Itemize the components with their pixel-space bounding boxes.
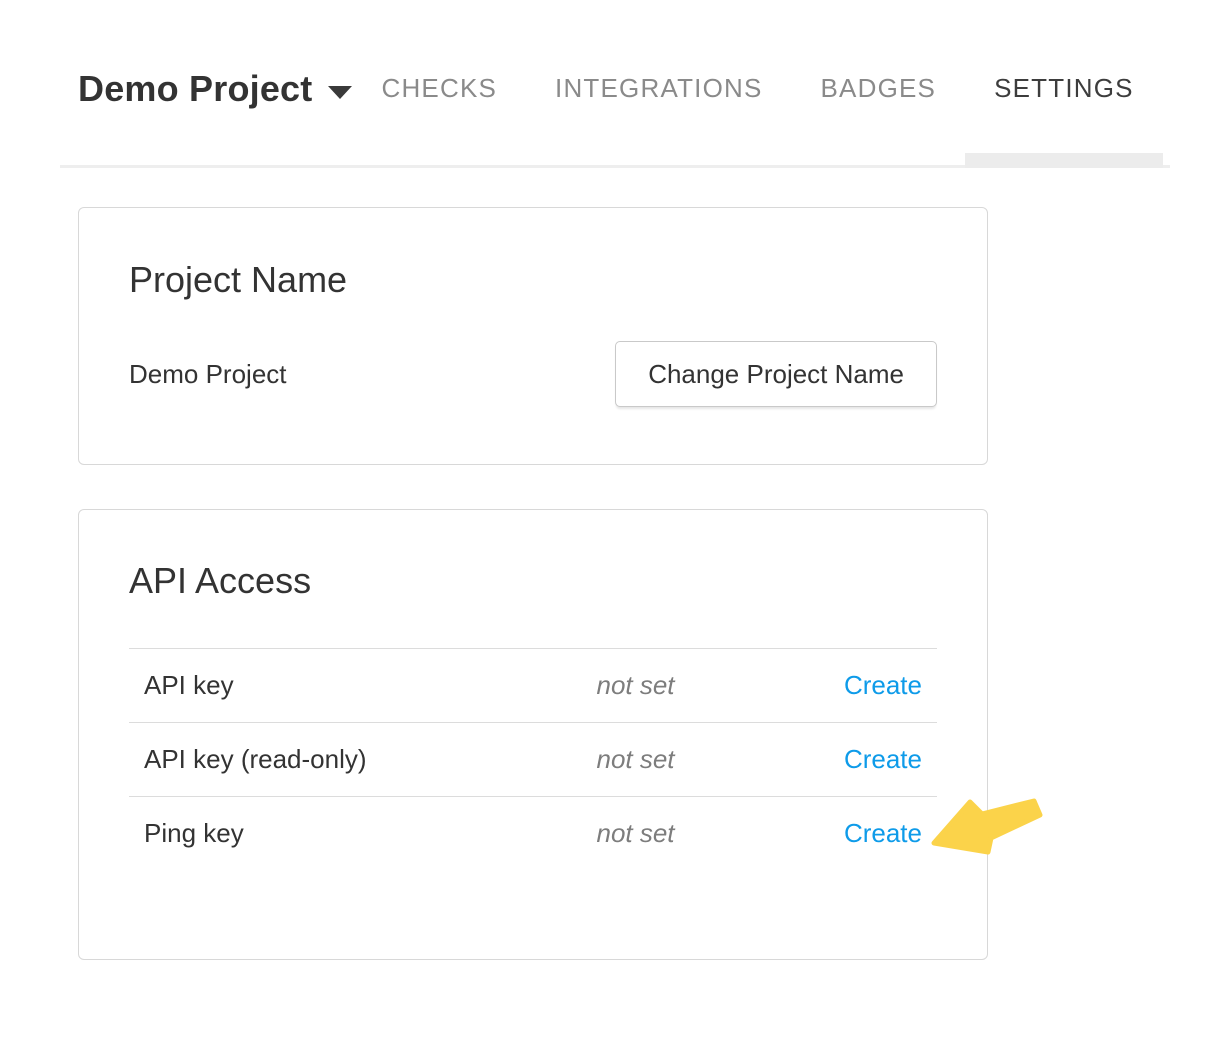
chevron-down-icon bbox=[328, 86, 352, 99]
project-name-card: Project Name Demo Project Change Project… bbox=[78, 207, 988, 465]
tab-label: SETTINGS bbox=[994, 73, 1134, 104]
api-key-label: API key bbox=[129, 649, 581, 723]
settings-page-content: Project Name Demo Project Change Project… bbox=[78, 207, 988, 960]
nav-tabs: CHECKS INTEGRATIONS BADGES SETTINGS bbox=[352, 0, 1162, 165]
create-ping-key-link[interactable]: Create bbox=[844, 818, 922, 848]
current-project-name: Demo Project bbox=[129, 359, 287, 390]
project-switcher-dropdown[interactable]: Demo Project bbox=[60, 0, 352, 165]
table-row-api-key: API key not set Create bbox=[129, 649, 937, 723]
api-key-value: not set bbox=[581, 649, 807, 723]
ping-key-label: Ping key bbox=[129, 797, 581, 871]
tab-label: CHECKS bbox=[381, 73, 497, 104]
create-api-key-readonly-link[interactable]: Create bbox=[844, 744, 922, 774]
api-access-card: API Access API key not set Create API ke… bbox=[78, 509, 988, 960]
api-key-readonly-value: not set bbox=[581, 723, 807, 797]
create-api-key-link[interactable]: Create bbox=[844, 670, 922, 700]
tab-label: INTEGRATIONS bbox=[555, 73, 762, 104]
project-name-row: Demo Project Change Project Name bbox=[129, 341, 937, 407]
tab-integrations[interactable]: INTEGRATIONS bbox=[526, 0, 791, 165]
change-project-name-button[interactable]: Change Project Name bbox=[615, 341, 937, 407]
project-name-card-title: Project Name bbox=[129, 261, 937, 299]
api-key-readonly-label: API key (read-only) bbox=[129, 723, 581, 797]
project-title: Demo Project bbox=[78, 68, 312, 110]
table-row-ping-key: Ping key not set Create bbox=[129, 797, 937, 871]
api-keys-table: API key not set Create API key (read-onl… bbox=[129, 648, 937, 871]
table-row-api-key-readonly: API key (read-only) not set Create bbox=[129, 723, 937, 797]
tab-settings[interactable]: SETTINGS bbox=[965, 0, 1163, 165]
tab-checks[interactable]: CHECKS bbox=[352, 0, 526, 165]
top-navigation-bar: Demo Project CHECKS INTEGRATIONS BADGES … bbox=[60, 0, 1170, 168]
api-access-card-title: API Access bbox=[129, 562, 937, 600]
ping-key-value: not set bbox=[581, 797, 807, 871]
tab-label: BADGES bbox=[821, 73, 937, 104]
tab-badges[interactable]: BADGES bbox=[792, 0, 966, 165]
